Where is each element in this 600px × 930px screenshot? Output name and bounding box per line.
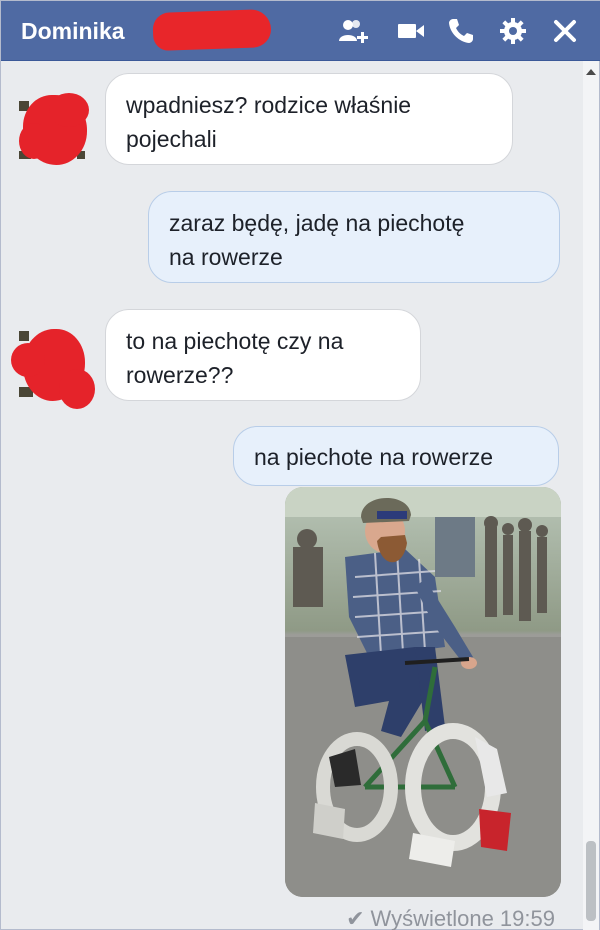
chat-window: Dominika wpadniesz? rodzice właśnie poje…	[0, 0, 600, 930]
chat-title-bar: Dominika	[1, 1, 600, 61]
video-call-icon[interactable]	[395, 15, 427, 47]
seen-receipt: ✔ Wyświetlone 19:59	[346, 906, 555, 930]
shared-photo[interactable]	[285, 487, 561, 897]
redaction-mark	[152, 8, 272, 52]
contact-avatar[interactable]	[11, 329, 95, 409]
scroll-up-arrow[interactable]	[586, 69, 596, 75]
message-text: zaraz będę, jadę na piechotę na rowerze	[169, 210, 465, 270]
incoming-message[interactable]: wpadniesz? rodzice właśnie pojechali	[105, 73, 513, 165]
incoming-message[interactable]: to na piechotę czy na rowerze??	[105, 309, 421, 401]
seen-label: Wyświetlone 19:59	[370, 906, 555, 930]
contact-name[interactable]: Dominika	[21, 18, 125, 45]
outgoing-message[interactable]: na piechote na rowerze	[233, 426, 559, 486]
outgoing-message[interactable]: zaraz będę, jadę na piechotę na rowerze	[148, 191, 560, 283]
contact-avatar[interactable]	[19, 93, 89, 165]
gear-icon[interactable]	[497, 15, 529, 47]
phone-icon[interactable]	[445, 15, 477, 47]
message-text: na piechote na rowerze	[254, 444, 494, 470]
message-text: wpadniesz? rodzice właśnie pojechali	[126, 92, 412, 152]
scrollbar-thumb[interactable]	[586, 841, 596, 921]
close-icon[interactable]	[549, 15, 581, 47]
message-text: to na piechotę czy na rowerze??	[126, 328, 344, 388]
check-icon: ✔	[346, 906, 365, 930]
scrollbar[interactable]	[583, 61, 599, 930]
add-friend-icon[interactable]	[337, 15, 369, 47]
